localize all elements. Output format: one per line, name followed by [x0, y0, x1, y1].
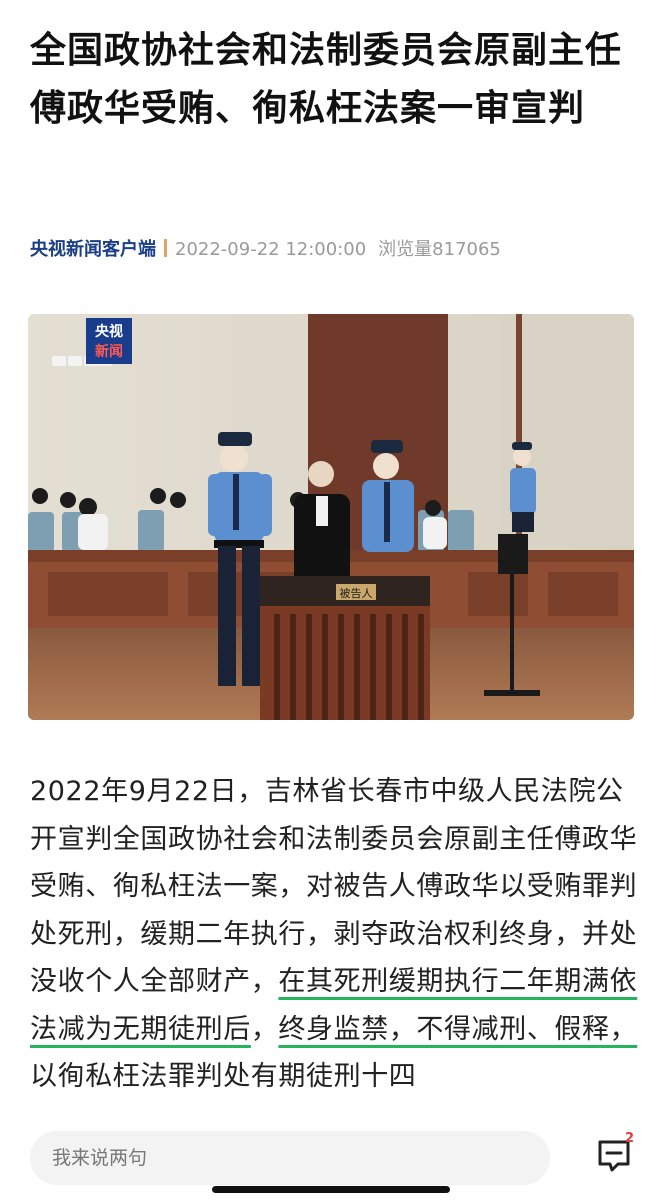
article-photo[interactable]: 被告人 央视 新闻 [28, 314, 634, 720]
article-paragraph: 2022年9月22日，吉林省长春市中级人民法院公开宣判全国政协社会和法制委员会原… [30, 768, 640, 1101]
cctv-logo-line2: 新闻 [95, 343, 123, 360]
source-link[interactable]: 央视新闻客户端 [30, 239, 156, 260]
comment-count-badge: 2 [625, 1131, 635, 1146]
paragraph-text: ， [250, 1013, 279, 1045]
paragraph-text: 以徇私枉法罪判处有期徒刑十四 [30, 1061, 417, 1092]
cctv-logo-line1: 央视 [95, 323, 123, 340]
meta-divider [164, 239, 167, 257]
highlighted-text: 终身监禁，不得减刑、假释， [278, 1013, 638, 1045]
paragraph-text: 2022年9月22日，吉林省长春市中级人民法院公开宣判全国政协社会和法制委员会原… [30, 776, 638, 997]
article-title: 全国政协社会和法制委员会原副主任傅政华受贿、徇私枉法案一审宣判 [30, 30, 623, 129]
home-indicator[interactable] [212, 1186, 450, 1193]
publish-datetime: 2022-09-22 12:00:00 [175, 239, 367, 260]
article-meta: 央视新闻客户端 2022-09-22 12:00:00 浏览量817065 [30, 236, 501, 264]
comment-input[interactable] [30, 1131, 550, 1185]
defendant-placard-text: 被告人 [340, 587, 373, 600]
view-count: 浏览量817065 [378, 239, 501, 260]
